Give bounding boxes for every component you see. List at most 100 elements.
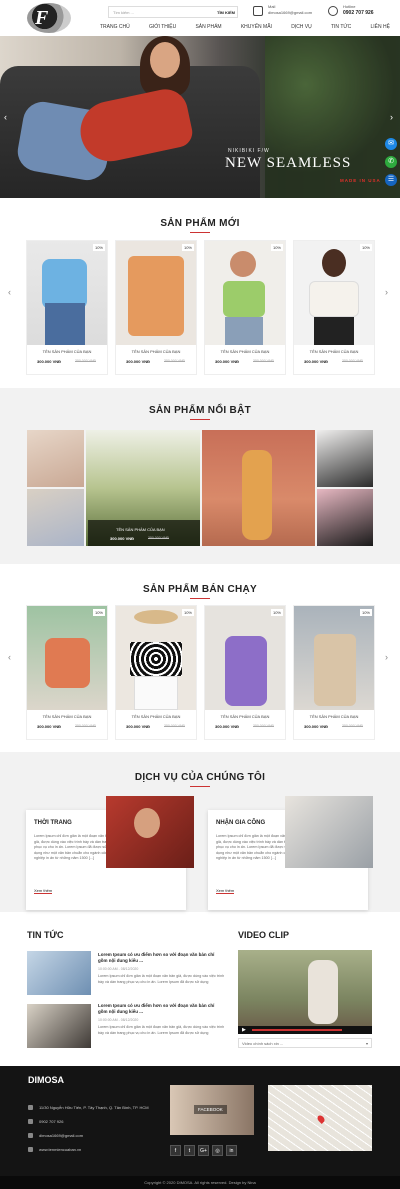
product-price: 300.000 VNĐ xyxy=(215,724,240,729)
news-date: 10:00:00 AM - 08/12/2020 xyxy=(98,967,139,971)
product-name[interactable]: TÊN SẢN PHẨM CỦA BẠN xyxy=(116,349,196,354)
facebook-label: FACEBOOK xyxy=(194,1105,227,1114)
nav-contact[interactable]: LIÊN HỆ xyxy=(371,23,390,33)
footer-phone-text[interactable]: 0902 707 926 xyxy=(39,1119,63,1124)
footer-address: 11/30 Nguyễn Hữu Tiến, P. Tây Thạnh, Q. … xyxy=(28,1105,149,1111)
product-card[interactable]: 10% TÊN SẢN PHẨM CỦA BẠN 300.000 VNĐ 350… xyxy=(293,240,375,375)
search-button[interactable]: TÌM KIẾM xyxy=(217,10,235,15)
product-old-price: 350.000 VNĐ xyxy=(342,359,364,363)
google-plus-icon[interactable]: G+ xyxy=(198,1145,209,1156)
featured-title: SẢN PHẨM NỔI BẬT xyxy=(148,405,252,416)
hero-next-arrow[interactable]: › xyxy=(390,112,396,122)
product-card[interactable]: 10% TÊN SẢN PHẨM CỦA BẠN 300.000 VNĐ 350… xyxy=(26,605,108,740)
video-player[interactable]: ▶ xyxy=(238,950,372,1034)
product-name[interactable]: TÊN SẢN PHẨM CỦA BẠN xyxy=(205,349,285,354)
discount-badge: 10% xyxy=(270,244,283,251)
new-next-arrow[interactable]: › xyxy=(385,287,391,297)
discount-badge: 10% xyxy=(181,244,194,251)
video-select-value: Video chính sách xin ... xyxy=(242,1041,284,1046)
globe-icon xyxy=(28,1147,33,1153)
title-underline xyxy=(190,598,210,599)
featured-product-name[interactable]: TÊN SẢN PHẨM CỦA BẠN xyxy=(116,527,165,532)
product-card[interactable]: 10% TÊN SẢN PHẨM CỦA BẠN 300.000 VNĐ 350… xyxy=(293,605,375,740)
logo[interactable]: F xyxy=(27,3,71,33)
news-headline[interactable]: Lorem Ipsum có ưu điểm hơn so với đoạn v… xyxy=(98,1003,223,1015)
featured-product-price: 300.000 VNĐ xyxy=(110,536,135,541)
product-card[interactable]: 10% TÊN SẢN PHẨM CỦA BẠN 300.000 VNĐ 350… xyxy=(26,240,108,375)
hero-model-face xyxy=(150,42,180,78)
zalo-icon[interactable]: ✆ xyxy=(385,156,397,168)
news-thumbnail[interactable] xyxy=(27,951,91,995)
product-old-price: 350.000 VNĐ xyxy=(253,724,275,728)
copyright: Copyright © 2020 DIMOSA. All rights rese… xyxy=(0,1176,400,1189)
product-card[interactable]: 10% TÊN SẢN PHẨM CỦA BẠN 300.000 VNĐ 350… xyxy=(115,605,197,740)
messenger-icon[interactable]: ✉ xyxy=(385,138,397,150)
linkedin-icon[interactable]: in xyxy=(226,1145,237,1156)
service-title: THỜI TRANG xyxy=(34,820,72,826)
footer-phone: 0902 707 926 xyxy=(28,1119,63,1125)
chat-icon[interactable]: ☰ xyxy=(385,174,397,186)
product-name[interactable]: TÊN SẢN PHẨM CỦA BẠN xyxy=(294,714,374,719)
featured-image[interactable] xyxy=(27,489,84,546)
services-title: DỊCH VỤ CỦA CHÚNG TÔI xyxy=(134,772,266,783)
nav-news[interactable]: TIN TỨC xyxy=(331,23,351,33)
featured-image[interactable] xyxy=(317,430,373,487)
instagram-icon[interactable]: ◎ xyxy=(212,1145,223,1156)
mail-value[interactable]: dimosa1669@gmail.com xyxy=(268,10,312,16)
hero-banner[interactable]: ‹ › xyxy=(0,36,400,198)
video-select[interactable]: Video chính sách xin ... ▾ xyxy=(238,1038,372,1048)
new-prev-arrow[interactable]: ‹ xyxy=(8,287,14,297)
product-card[interactable]: 10% TÊN SẢN PHẨM CỦA BẠN 300.000 VNĐ 350… xyxy=(115,240,197,375)
featured-image[interactable] xyxy=(317,489,373,546)
nav-about[interactable]: GIỚI THIỆU xyxy=(149,23,176,33)
featured-image-large[interactable] xyxy=(202,430,315,546)
nav-promotions[interactable]: KHUYẾN MÃI xyxy=(241,23,272,33)
product-price: 300.000 VNĐ xyxy=(126,359,151,364)
hero-title: NEW SEAMLESS xyxy=(225,155,352,171)
video-controls[interactable]: ▶ xyxy=(238,1026,372,1034)
footer-map[interactable] xyxy=(268,1085,372,1151)
hotline-value[interactable]: 0902 707 926 xyxy=(343,10,374,16)
footer-website-text[interactable]: www.tenmiencuaban.vn xyxy=(39,1147,81,1152)
discount-badge: 10% xyxy=(181,609,194,616)
hero-prev-arrow[interactable]: ‹ xyxy=(4,112,10,122)
nav-products[interactable]: SẢN PHẨM xyxy=(195,23,221,33)
best-prev-arrow[interactable]: ‹ xyxy=(8,652,14,662)
news-thumbnail[interactable] xyxy=(27,1004,91,1048)
news-headline[interactable]: Lorem Ipsum có ưu điểm hơn so với đoạn v… xyxy=(98,952,223,964)
service-image xyxy=(285,796,373,868)
service-more-link[interactable]: Xem thêm xyxy=(216,888,235,894)
product-price: 300.000 VNĐ xyxy=(37,724,62,729)
phone-icon xyxy=(28,1119,33,1125)
search-input[interactable]: Tìm kiếm ... TÌM KIẾM xyxy=(108,6,238,18)
product-old-price: 350.000 VNĐ xyxy=(164,724,186,728)
service-more-link[interactable]: Xem thêm xyxy=(34,888,53,894)
nav-services[interactable]: DỊCH VỤ xyxy=(291,23,312,33)
featured-caption[interactable]: TÊN SẢN PHẨM CỦA BẠN 300.000 VNĐ 350.000… xyxy=(88,520,200,546)
product-name[interactable]: TÊN SẢN PHẨM CỦA BẠN xyxy=(27,349,107,354)
product-name[interactable]: TÊN SẢN PHẨM CỦA BẠN xyxy=(294,349,374,354)
product-name[interactable]: TÊN SẢN PHẨM CỦA BẠN xyxy=(205,714,285,719)
twitter-icon[interactable]: t xyxy=(184,1145,195,1156)
featured-product-old-price: 350.000 VNĐ xyxy=(148,536,170,540)
chevron-down-icon: ▾ xyxy=(365,1041,368,1046)
product-price: 300.000 VNĐ xyxy=(37,359,62,364)
service-image xyxy=(106,796,194,868)
product-name[interactable]: TÊN SẢN PHẨM CỦA BẠN xyxy=(27,714,107,719)
product-old-price: 350.000 VNĐ xyxy=(253,359,275,363)
discount-badge: 10% xyxy=(270,609,283,616)
product-card[interactable]: 10% TÊN SẢN PHẨM CỦA BẠN 300.000 VNĐ 350… xyxy=(204,240,286,375)
new-products-title: SẢN PHẨM MỚI xyxy=(160,218,240,229)
play-icon[interactable]: ▶ xyxy=(242,1027,246,1033)
product-card[interactable]: 10% TÊN SẢN PHẨM CỦA BẠN 300.000 VNĐ 350… xyxy=(204,605,286,740)
footer-address-text: 11/30 Nguyễn Hữu Tiến, P. Tây Thạnh, Q. … xyxy=(39,1105,149,1110)
best-next-arrow[interactable]: › xyxy=(385,652,391,662)
facebook-icon[interactable]: f xyxy=(170,1145,181,1156)
product-name[interactable]: TÊN SẢN PHẨM CỦA BẠN xyxy=(116,714,196,719)
facebook-box[interactable]: FACEBOOK xyxy=(170,1085,254,1135)
mail-icon xyxy=(253,6,263,16)
header: F Tìm kiếm ... TÌM KIẾM Mail dimosa1669@… xyxy=(0,0,400,36)
featured-image[interactable] xyxy=(27,430,84,487)
footer-email-text[interactable]: dimosa1669@gmail.com xyxy=(39,1133,83,1138)
nav-home[interactable]: TRANG CHỦ xyxy=(100,23,130,33)
